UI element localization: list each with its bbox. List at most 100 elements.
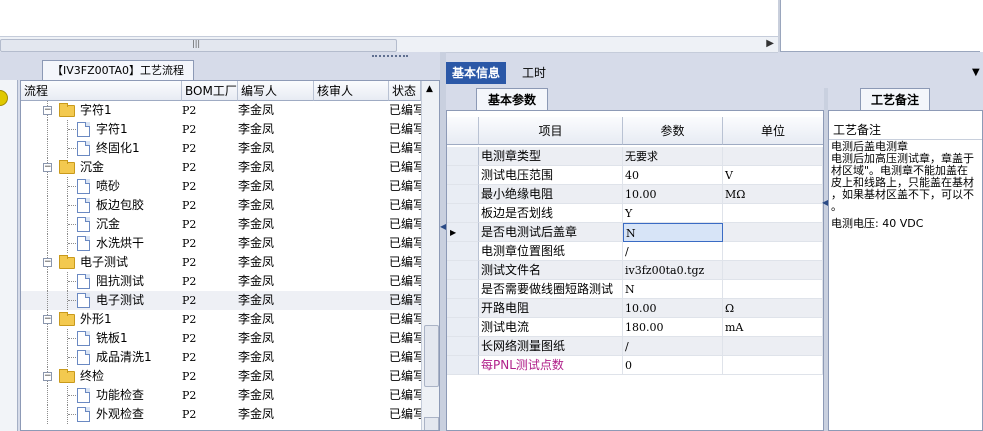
scroll-up-arrow-icon[interactable]: ▲: [426, 84, 433, 94]
row-header[interactable]: [447, 299, 479, 318]
col-header-unit[interactable]: 单位: [723, 117, 823, 145]
parameter-row[interactable]: 测试文件名 iv3fz00ta0.tgz: [447, 261, 823, 280]
row-header[interactable]: [447, 166, 479, 185]
col-header-author[interactable]: 编写人: [238, 81, 314, 101]
parameter-row[interactable]: 是否需要做线圈短路测试 N: [447, 280, 823, 299]
col-header-param[interactable]: 参数: [623, 117, 723, 145]
param-value-cell[interactable]: /: [623, 242, 723, 261]
expand-toggle-icon[interactable]: −: [43, 163, 52, 172]
document-icon: [77, 293, 90, 308]
row-header[interactable]: [447, 204, 479, 223]
row-header[interactable]: [447, 337, 479, 356]
process-notes-panel: 工艺备注 电测后盖电测章 电测后加高压测试章，章盖于 材区域"。电测章不能加盖在…: [828, 110, 983, 431]
tab-work-hours[interactable]: 工时: [516, 62, 552, 84]
row-header[interactable]: [447, 280, 479, 299]
parameter-row[interactable]: 最小绝缘电阻 10.00 MΩ: [447, 185, 823, 204]
tree-line: [47, 215, 48, 234]
unit-cell: [723, 242, 823, 261]
horizontal-scrollbar[interactable]: ||| ▶: [0, 36, 778, 53]
param-value-cell[interactable]: 180.00: [623, 318, 723, 337]
col-header-item[interactable]: 项目: [479, 117, 623, 145]
param-value-cell[interactable]: N: [623, 280, 723, 299]
tree-node-label: 板边包胶: [96, 198, 145, 212]
parameter-row[interactable]: 电测章位置图纸 /: [447, 242, 823, 261]
tree-row[interactable]: 字符1 P2 李金凤 已编写: [21, 120, 421, 139]
row-header[interactable]: [447, 356, 479, 375]
tree-vertical-scrollbar[interactable]: ▲: [421, 81, 439, 430]
tree-row[interactable]: 铣板1 P2 李金凤 已编写: [21, 329, 421, 348]
author-cell: 李金凤: [238, 369, 275, 383]
tree-row[interactable]: 成品清洗1 P2 李金凤 已编写: [21, 348, 421, 367]
row-header[interactable]: [447, 261, 479, 280]
bom-factory-cell: P2: [182, 104, 197, 117]
expand-toggle-icon[interactable]: −: [43, 372, 52, 381]
col-header-reviewer[interactable]: 核审人: [314, 81, 389, 101]
tree-row[interactable]: 外观检查 P2 李金凤 已编写: [21, 405, 421, 424]
param-value-cell[interactable]: N: [623, 223, 723, 242]
item-name-cell: 测试电流: [479, 318, 623, 337]
folder-icon: [59, 103, 75, 117]
tree-line: [47, 272, 48, 291]
parameter-row[interactable]: 长网络测量图纸 /: [447, 337, 823, 356]
tree-row[interactable]: − 电子测试 P2 李金凤 已编写: [21, 253, 421, 272]
tree-row[interactable]: − 终检 P2 李金凤 已编写: [21, 367, 421, 386]
tree-node-label: 字符1: [96, 122, 128, 136]
notes-textarea[interactable]: 电测后盖电测章 电测后加高压测试章，章盖于 材区域"。电测章不能加盖在 皮上和线…: [831, 141, 982, 213]
param-value-cell[interactable]: iv3fz00ta0.tgz: [623, 261, 723, 280]
param-value-cell[interactable]: 10.00: [623, 299, 723, 318]
item-name-cell: 电测章类型: [479, 147, 623, 166]
row-header[interactable]: [447, 147, 479, 166]
tree-row[interactable]: 水洗烘干 P2 李金凤 已编写: [21, 234, 421, 253]
tree-row[interactable]: 电子测试 P2 李金凤 已编写: [21, 291, 421, 310]
row-header[interactable]: [447, 242, 479, 261]
tab-process-flow[interactable]: 【IV3FZ00TA0】工艺流程: [42, 60, 194, 80]
expand-toggle-icon[interactable]: −: [43, 258, 52, 267]
parameter-row[interactable]: 板边是否划线 Y: [447, 204, 823, 223]
parameter-row[interactable]: 电测章类型 无要求: [447, 147, 823, 166]
tree-line: [47, 177, 48, 196]
row-header[interactable]: [447, 185, 479, 204]
tab-menu-dropdown-icon[interactable]: ▼: [966, 62, 983, 84]
parameter-row[interactable]: 测试电流 180.00 mA: [447, 318, 823, 337]
tree-node-label: 沉金: [80, 160, 105, 174]
param-value-cell[interactable]: Y: [623, 204, 723, 223]
expand-toggle-icon[interactable]: −: [43, 106, 52, 115]
document-icon: [77, 122, 90, 137]
expand-toggle-icon[interactable]: −: [43, 315, 52, 324]
tree-row[interactable]: − 外形1 P2 李金凤 已编写: [21, 310, 421, 329]
tree-row[interactable]: 阻抗测试 P2 李金凤 已编写: [21, 272, 421, 291]
item-name-cell: 是否需要做线圈短路测试: [479, 280, 623, 299]
tree-row[interactable]: 终固化1 P2 李金凤 已编写: [21, 139, 421, 158]
tab-basic-info[interactable]: 基本信息: [446, 62, 507, 84]
param-value-cell[interactable]: 40: [623, 166, 723, 185]
col-header-bom[interactable]: BOM工厂: [182, 81, 238, 101]
col-header-status[interactable]: 状态: [389, 81, 421, 101]
tree-row[interactable]: 沉金 P2 李金凤 已编写: [21, 215, 421, 234]
scrollbar-thumb[interactable]: [424, 325, 439, 387]
parameter-row[interactable]: 开路电阻 10.00 Ω: [447, 299, 823, 318]
tab-process-notes[interactable]: 工艺备注: [860, 88, 930, 110]
scrollbar-lower-button[interactable]: [424, 417, 439, 430]
item-name-cell: 是否电测试后盖章: [479, 223, 623, 242]
splitter-grip[interactable]: [372, 55, 408, 59]
scroll-right-arrow-icon[interactable]: ▶: [766, 38, 774, 49]
author-cell: 李金凤: [238, 103, 275, 117]
tree-row[interactable]: − 沉金 P2 李金凤 已编写: [21, 158, 421, 177]
row-header[interactable]: [447, 318, 479, 337]
parameter-row[interactable]: 每PNL测试点数 0: [447, 356, 823, 375]
document-icon: [77, 141, 90, 156]
row-header[interactable]: ▶: [447, 223, 479, 242]
parameter-row[interactable]: 测试电压范围 40 V: [447, 166, 823, 185]
param-value-cell[interactable]: /: [623, 337, 723, 356]
document-icon: [77, 236, 90, 251]
tree-row[interactable]: 喷砂 P2 李金凤 已编写: [21, 177, 421, 196]
param-value-cell[interactable]: 10.00: [623, 185, 723, 204]
tab-basic-params[interactable]: 基本参数: [476, 88, 548, 110]
tree-row[interactable]: − 字符1 P2 李金凤 已编写: [21, 101, 421, 120]
tree-row[interactable]: 板边包胶 P2 李金凤 已编写: [21, 196, 421, 215]
param-value-cell[interactable]: 0: [623, 356, 723, 375]
tree-row[interactable]: 功能检查 P2 李金凤 已编写: [21, 386, 421, 405]
param-value-cell[interactable]: 无要求: [623, 147, 723, 166]
col-header-flow[interactable]: 流程: [21, 81, 182, 101]
parameter-row[interactable]: ▶ 是否电测试后盖章 N: [447, 223, 823, 242]
